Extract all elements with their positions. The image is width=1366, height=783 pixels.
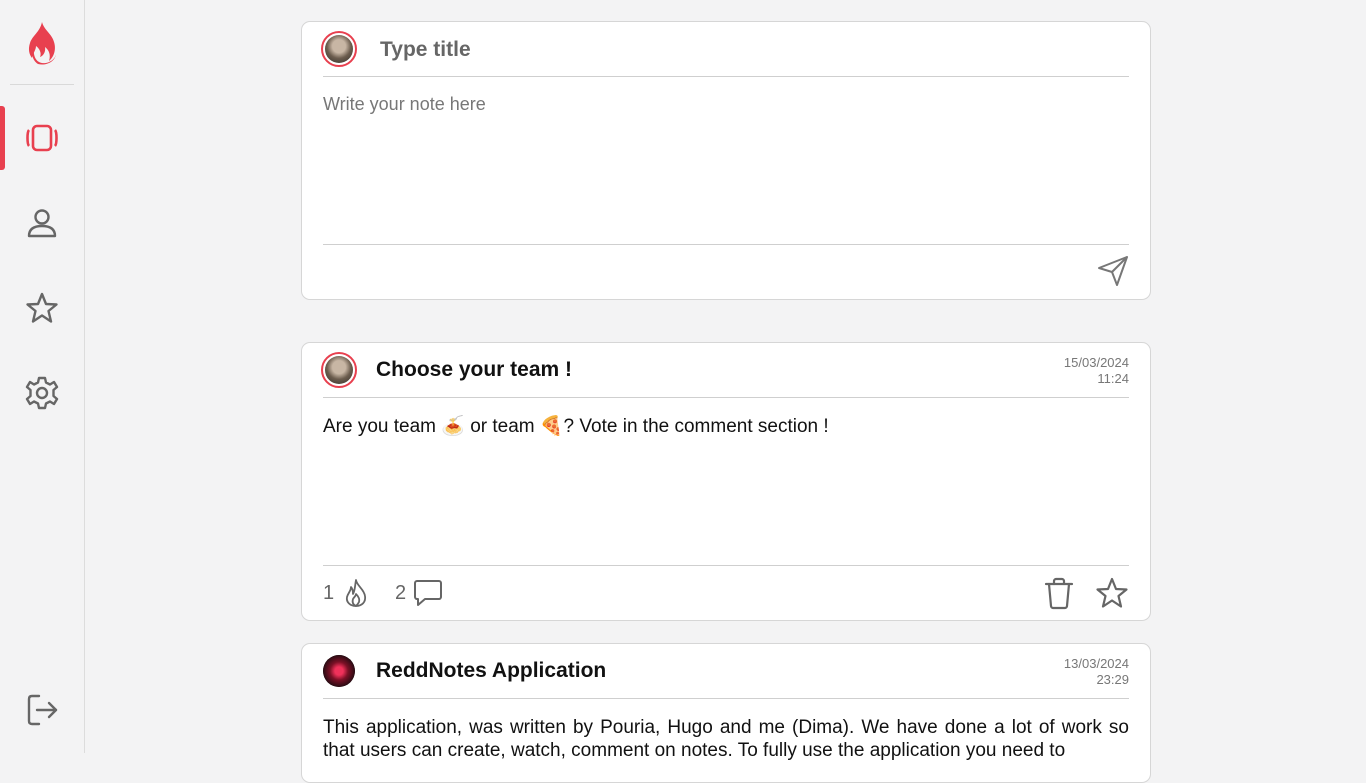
comment-icon bbox=[414, 580, 443, 606]
note-time: 23:29 bbox=[1096, 672, 1129, 687]
note-divider-top bbox=[323, 698, 1129, 699]
note-date: 13/03/2024 bbox=[1063, 656, 1129, 671]
note-divider-top bbox=[323, 397, 1129, 398]
avatar bbox=[321, 352, 357, 388]
logout-icon bbox=[27, 694, 58, 726]
note-time: 11:24 bbox=[1097, 371, 1129, 386]
note-card: ReddNotes Application 13/03/2024 23:29 T… bbox=[301, 643, 1151, 783]
trash-icon[interactable] bbox=[1042, 576, 1076, 610]
user-icon bbox=[27, 209, 57, 238]
note-title: Choose your team ! bbox=[376, 358, 573, 381]
note-card: Choose your team ! 15/03/2024 11:24 Are … bbox=[301, 342, 1151, 621]
flame-logo[interactable] bbox=[22, 20, 62, 66]
star-icon bbox=[26, 292, 58, 323]
note-timestamp: 15/03/2024 11:24 bbox=[1064, 355, 1129, 387]
note-title: ReddNotes Application bbox=[376, 659, 607, 682]
composer-divider-bottom bbox=[323, 244, 1129, 245]
note-composer bbox=[301, 21, 1151, 300]
avatar bbox=[321, 31, 357, 67]
send-icon[interactable] bbox=[1096, 254, 1130, 288]
gear-icon bbox=[25, 376, 59, 410]
note-body: Are you team 🍝 or team 🍕? Vote in the co… bbox=[323, 416, 829, 437]
avatar bbox=[323, 655, 355, 687]
sidebar-item-profile[interactable] bbox=[0, 191, 84, 255]
sidebar-divider bbox=[10, 84, 74, 85]
note-body: This application, was written by Pouria,… bbox=[323, 717, 1129, 761]
note-title-input[interactable] bbox=[380, 36, 980, 64]
note-divider-bottom bbox=[323, 565, 1129, 566]
comment-count: 2 bbox=[395, 581, 407, 604]
cards-icon bbox=[26, 124, 58, 152]
star-icon[interactable] bbox=[1095, 576, 1129, 610]
note-date: 15/03/2024 bbox=[1063, 355, 1129, 370]
like-button[interactable]: 1 bbox=[323, 577, 372, 609]
composer-divider-top bbox=[323, 76, 1129, 77]
sidebar-item-settings[interactable] bbox=[0, 361, 84, 425]
note-timestamp: 13/03/2024 23:29 bbox=[1064, 656, 1129, 688]
logout-button[interactable] bbox=[0, 678, 84, 742]
note-body-input[interactable] bbox=[323, 94, 1129, 234]
sidebar-item-favorites[interactable] bbox=[0, 276, 84, 340]
sidebar bbox=[0, 0, 85, 753]
like-count: 1 bbox=[323, 581, 335, 604]
sidebar-item-notes[interactable] bbox=[0, 106, 84, 170]
flame-icon bbox=[346, 579, 367, 607]
comment-button[interactable]: 2 bbox=[395, 577, 444, 609]
